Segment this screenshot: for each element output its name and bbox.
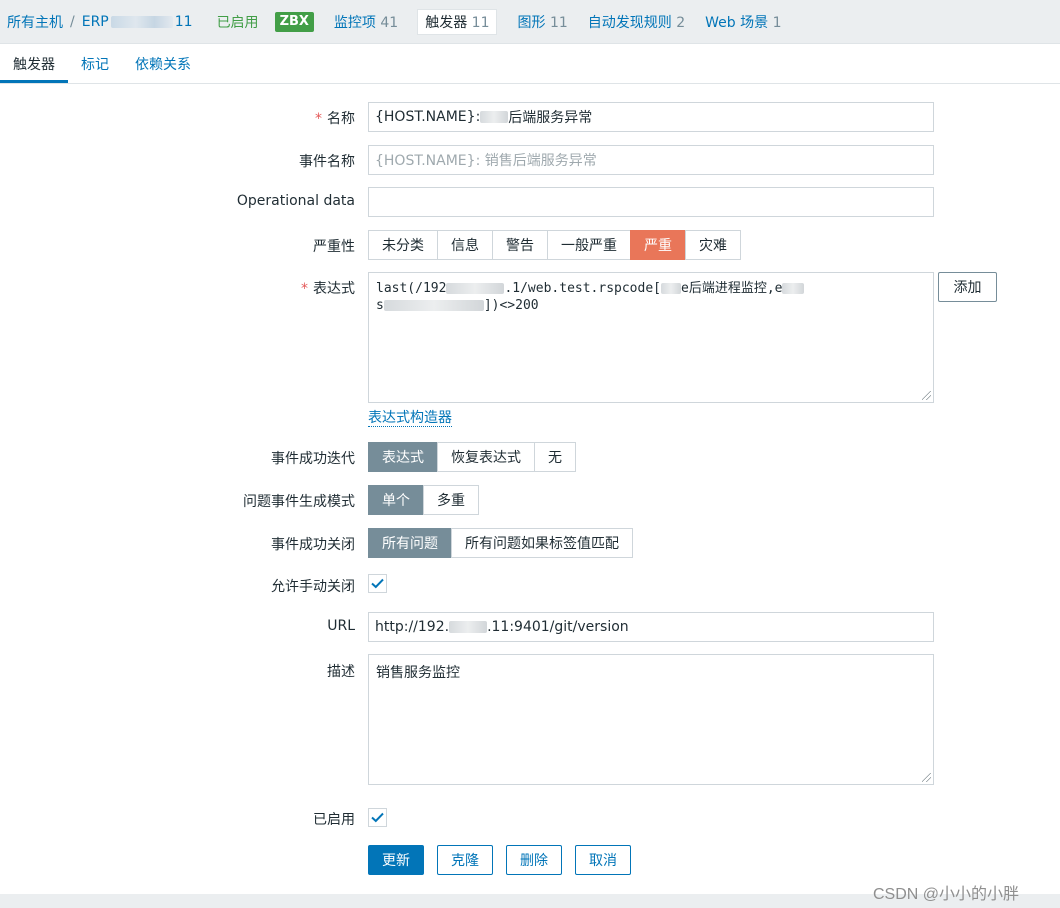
expression-part: last(/192 [376,281,447,296]
expression-label: * 表达式 [301,278,355,298]
watermark: CSDN @小小的小胖 [873,886,1020,903]
severity-average[interactable]: 一般严重 [547,230,631,260]
severity-selector: 未分类 信息 警告 一般严重 严重 灾难 [368,230,741,260]
nav-web-label: Web 场景 [705,14,769,31]
zbx-availability-badge: ZBX [274,11,314,32]
nav-graphs-label: 图形 [517,14,546,31]
nav-items-label: 监控项 [333,14,376,31]
ok-event-expression[interactable]: 表达式 [368,442,438,472]
operational-data-label: Operational data [236,193,355,209]
nav-web-link[interactable]: Web 场景 1 [705,12,781,32]
allow-manual-close-checkbox[interactable] [368,574,387,593]
resize-handle[interactable] [922,391,931,400]
allow-manual-close-label: 允许手动关闭 [271,579,355,595]
problem-mode-single[interactable]: 单个 [368,485,424,515]
problem-mode-multiple[interactable]: 多重 [423,485,479,515]
host-navigation-bar: 所有主机 / ERP 11 已启用 ZBX 监控项 41 触发器 11 图形 11… [0,0,1060,44]
ok-event-closes-label: 事件成功关闭 [271,537,355,553]
form-actions: 更新 克隆 删除 取消 [368,845,644,875]
url-value-suffix: .11:9401/git/version [487,619,629,635]
severity-not-classified[interactable]: 未分类 [368,230,438,260]
event-name-input[interactable]: {HOST.NAME}: 销售后端服务异常 [368,145,934,175]
url-value-prefix: http://192. [375,619,450,635]
tab-tags[interactable]: 标记 [68,44,122,83]
resize-handle[interactable] [922,773,931,782]
redacted-text [480,111,509,123]
nav-discovery-count: 2 [676,14,686,31]
expression-part: s [376,298,384,313]
expression-text: last(/192 .1/web.test.rspcode[ e后端进程监控,e s… [376,280,926,314]
nav-triggers-label: 触发器 [425,14,468,31]
name-value-prefix: {HOST.NAME}: [375,109,481,125]
expression-label-text: 表达式 [313,281,355,297]
description-text: 销售服务监控 [376,665,460,681]
host-name-prefix: ERP [81,13,109,30]
name-input[interactable]: {HOST.NAME}: 后端服务异常 [368,102,934,132]
url-input[interactable]: http://192. .11:9401/git/version [368,612,934,642]
nav-triggers-link[interactable]: 触发器 11 [417,8,498,35]
operational-data-input[interactable] [368,187,934,217]
url-label: URL [327,618,355,634]
expression-builder-link[interactable]: 表达式构造器 [368,410,452,427]
severity-warning[interactable]: 警告 [492,230,548,260]
closes-all-problems[interactable]: 所有问题 [368,528,452,558]
severity-information[interactable]: 信息 [437,230,493,260]
redacted-host-name [110,15,173,28]
expression-add-button[interactable]: 添加 [938,272,997,302]
name-value-suffix: 后端服务异常 [508,110,593,126]
clone-button[interactable]: 克隆 [437,845,493,875]
severity-high[interactable]: 严重 [630,230,686,260]
ok-event-none[interactable]: 无 [534,442,576,472]
ok-event-closes-selector: 所有问题 所有问题如果标签值匹配 [368,528,633,558]
enabled-checkbox[interactable] [368,808,387,827]
required-marker: * [301,281,308,297]
host-name-suffix: 11 [174,13,193,30]
closes-tag-match[interactable]: 所有问题如果标签值匹配 [451,528,633,558]
nav-discovery-link[interactable]: 自动发现规则 2 [588,12,685,32]
tab-dependencies[interactable]: 依赖关系 [122,44,204,83]
ok-event-generation-selector: 表达式 恢复表达式 无 [368,442,576,472]
form-tabs: 触发器 标记 依赖关系 [0,44,1060,84]
nav-graphs-count: 11 [549,14,568,31]
redacted-text [661,283,681,294]
redacted-text [446,283,505,294]
breadcrumb-all-hosts[interactable]: 所有主机 [7,12,63,32]
expression-part: ])<>200 [483,298,539,313]
expression-textarea[interactable]: last(/192 .1/web.test.rspcode[ e后端进程监控,e s… [368,272,934,403]
tab-trigger[interactable]: 触发器 [0,44,68,83]
event-name-placeholder: {HOST.NAME}: 销售后端服务异常 [375,153,597,169]
update-button[interactable]: 更新 [368,845,424,875]
expression-part: e后端进程监控,e [681,281,783,296]
name-label-text: 名称 [327,111,355,127]
nav-items-link[interactable]: 监控项 41 [334,12,398,32]
redacted-text [449,621,488,633]
nav-triggers-count: 11 [471,14,490,31]
nav-web-count: 1 [772,14,782,31]
severity-label: 严重性 [313,239,355,255]
problem-event-mode-selector: 单个 多重 [368,485,479,515]
breadcrumb-host[interactable]: ERP 11 [82,14,193,30]
expression-part: .1/web.test.rspcode[ [504,281,661,296]
redacted-text [383,300,484,311]
description-textarea[interactable]: 销售服务监控 [368,654,934,785]
nav-graphs-link[interactable]: 图形 11 [517,12,567,32]
ok-event-recovery-expression[interactable]: 恢复表达式 [437,442,535,472]
severity-disaster[interactable]: 灾难 [685,230,741,260]
delete-button[interactable]: 删除 [506,845,562,875]
check-icon [371,578,384,589]
enabled-label: 已启用 [313,812,355,828]
nav-discovery-label: 自动发现规则 [587,14,672,31]
required-marker: * [315,111,322,127]
check-icon [371,812,384,823]
description-label: 描述 [327,664,355,680]
ok-event-generation-label: 事件成功迭代 [271,451,355,467]
cancel-button[interactable]: 取消 [575,845,631,875]
problem-event-mode-label: 问题事件生成模式 [243,494,355,510]
host-status-enabled[interactable]: 已启用 [217,12,259,32]
event-name-label: 事件名称 [299,154,355,170]
redacted-text [782,283,805,294]
name-label: * 名称 [315,108,355,128]
breadcrumb-separator: / [70,13,75,30]
nav-items-count: 41 [380,14,399,31]
